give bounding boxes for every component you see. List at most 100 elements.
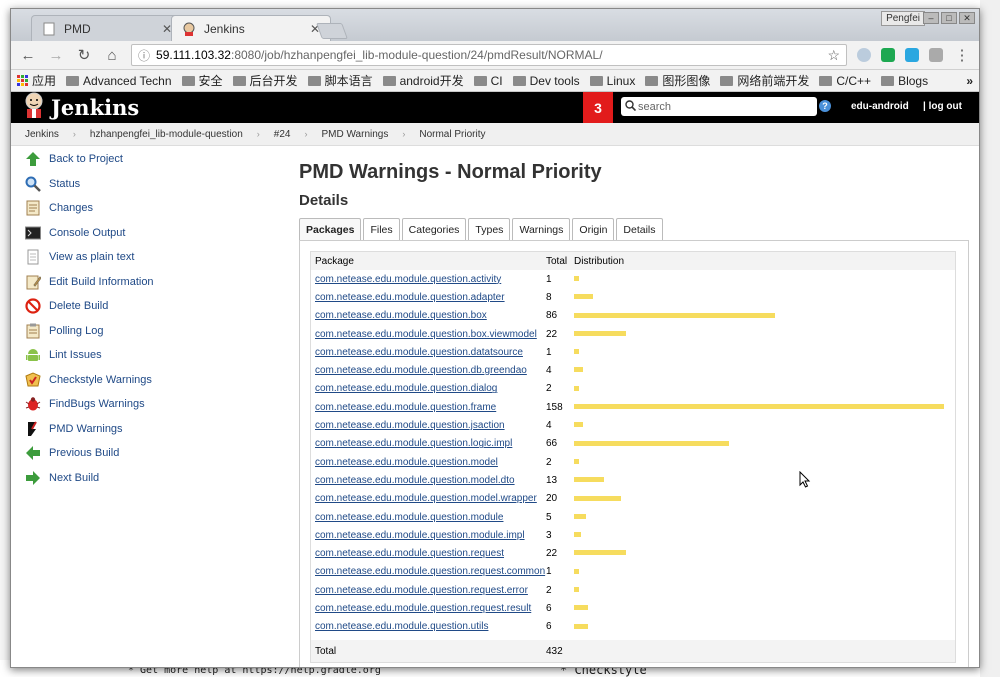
tab-packages[interactable]: Packages [299,218,362,240]
distribution-cell [574,563,955,581]
bookmark-folder[interactable]: android开发 [382,72,464,89]
breadcrumb-item[interactable]: Normal Priority [419,129,485,140]
reload-icon[interactable]: ↻ [75,46,93,64]
distribution-bar [574,532,581,538]
bookmark-folder[interactable]: 后台开发 [232,72,298,89]
forward-arrow-icon[interactable]: → [47,46,65,64]
logout-link[interactable]: | log out [923,101,962,112]
grey-extension-icon[interactable] [929,48,943,62]
package-link[interactable]: com.netease.edu.module.question.request.… [315,566,545,577]
task-view-plain-text[interactable]: View as plain text [11,245,271,270]
back-arrow-icon[interactable]: ← [19,46,37,64]
package-link[interactable]: com.netease.edu.module.question.activity [315,274,501,285]
green-extension-icon[interactable] [881,48,895,62]
address-bar[interactable]: ⓘ 59.111.103.32 :8080/job/hzhanpengfei_l… [131,44,847,66]
package-total: 20 [546,493,558,505]
task-pmd-warnings[interactable]: PMD Warnings [11,417,271,442]
column-header-total[interactable]: Total [546,256,574,267]
bookmark-folder[interactable]: Advanced Techn [66,74,172,88]
tab-types[interactable]: Types [468,218,511,240]
task-next-build[interactable]: Next Build [11,466,271,491]
task-console-output[interactable]: Console Output [11,221,271,246]
blue-extension-icon[interactable] [905,48,919,62]
package-link[interactable]: com.netease.edu.module.question.request [315,548,504,559]
breadcrumb-item[interactable]: Jenkins [25,129,59,140]
bookmark-folder[interactable]: 图形图像 [645,72,710,89]
package-link[interactable]: com.netease.edu.module.question.frame [315,402,496,413]
bookmark-folder[interactable]: 脚本语言 [307,72,373,89]
task-edit-build-info[interactable]: Edit Build Information [11,270,271,295]
package-link[interactable]: com.netease.edu.module.question.logic.im… [315,438,512,449]
maximize-button[interactable]: □ [941,12,957,24]
task-label: View as plain text [49,251,135,264]
new-tab-button[interactable] [316,23,348,39]
package-link[interactable]: com.netease.edu.module.question.module.i… [315,530,525,541]
tab-categories[interactable]: Categories [401,218,467,240]
breadcrumb-item[interactable]: #24 [274,129,291,140]
column-header-package[interactable]: Package [311,256,546,267]
package-link[interactable]: com.netease.edu.module.question.module [315,512,503,523]
task-lint-issues[interactable]: Lint Issues [11,343,271,368]
tab-origin[interactable]: Origin [572,218,615,240]
task-delete-build[interactable]: Delete Build [11,294,271,319]
profile-chip[interactable]: Pengfei [881,11,925,26]
bookmark-folder[interactable]: 安全 [181,72,223,89]
package-link[interactable]: com.netease.edu.module.question.datatsou… [315,347,523,358]
package-link[interactable]: com.netease.edu.module.question.request.… [315,603,531,614]
help-icon[interactable]: ? [819,100,831,112]
package-link[interactable]: com.netease.edu.module.question.model.wr… [315,493,537,504]
tab-details[interactable]: Details [616,218,663,240]
tab-bar: PMD ✕ Jenkins ✕ Pengfei – □ ✕ [11,9,979,41]
folder-icon [66,75,80,86]
breadcrumb-item[interactable]: PMD Warnings [321,129,388,140]
user-link[interactable]: edu-android [851,101,909,112]
bookmark-folder[interactable]: C/C++ [819,74,871,88]
jenkins-logo-text: Jenkins [51,95,140,120]
task-polling-log[interactable]: Polling Log [11,319,271,344]
search-box[interactable]: search [621,97,817,116]
package-total: 3 [546,529,552,541]
window-close-button[interactable]: ✕ [959,12,975,24]
package-link[interactable]: com.netease.edu.module.question.request.… [315,585,528,596]
notification-badge[interactable]: 3 [583,92,613,123]
package-link[interactable]: com.netease.edu.module.question.db.green… [315,365,527,376]
tab-label: PMD [64,21,91,36]
package-link[interactable]: com.netease.edu.module.question.jsaction [315,420,505,431]
bookmark-folder[interactable]: Blogs [881,74,928,88]
bookmark-star-icon[interactable]: ☆ [827,47,840,64]
task-label: Polling Log [49,324,104,337]
tab-pmd[interactable]: PMD ✕ [31,15,183,41]
task-checkstyle-warnings[interactable]: Checkstyle Warnings [11,368,271,393]
task-back-to-project[interactable]: Back to Project [11,147,271,172]
minimize-button[interactable]: – [923,12,939,24]
task-findbugs-warnings[interactable]: FindBugs Warnings [11,392,271,417]
package-link[interactable]: com.netease.edu.module.question.box.view… [315,329,537,340]
package-link[interactable]: com.netease.edu.module.question.box [315,310,487,321]
task-previous-build[interactable]: Previous Build [11,441,271,466]
breadcrumb-item[interactable]: hzhanpengfei_lib-module-question [90,129,243,140]
browser-window: PMD ✕ Jenkins ✕ Pengfei – □ ✕ ← → ↻ ⌂ ⓘ … [10,8,980,668]
task-changes[interactable]: Changes [11,196,271,221]
bookmark-folder[interactable]: Linux [589,74,635,88]
tab-warnings[interactable]: Warnings [512,218,571,240]
package-link[interactable]: com.netease.edu.module.question.model.dt… [315,475,515,486]
column-header-distribution[interactable]: Distribution [574,256,955,267]
menu-icon[interactable]: ⋮ [953,46,971,64]
tab-files[interactable]: Files [363,218,400,240]
search-input[interactable]: search [638,101,671,113]
bookmark-apps[interactable]: 应用 [17,72,56,89]
package-link[interactable]: com.netease.edu.module.question.model [315,457,498,468]
jenkins-logo[interactable]: Jenkins [23,92,139,123]
home-icon[interactable]: ⌂ [103,46,121,64]
task-status[interactable]: Status [11,172,271,197]
bookmark-folder[interactable]: CI [473,74,503,88]
shield-extension-icon[interactable] [857,48,871,62]
package-link[interactable]: com.netease.edu.module.question.dialog [315,383,497,394]
package-link[interactable]: com.netease.edu.module.question.adapter [315,292,505,303]
table-row: com.netease.edu.module.question.box.view… [311,325,955,343]
package-link[interactable]: com.netease.edu.module.question.utils [315,621,488,632]
bookmark-folder[interactable]: Dev tools [512,74,580,88]
bookmark-folder[interactable]: 网络前端开发 [720,72,809,89]
tab-jenkins[interactable]: Jenkins ✕ [171,15,331,41]
more-bookmarks-button[interactable]: » [966,74,973,88]
